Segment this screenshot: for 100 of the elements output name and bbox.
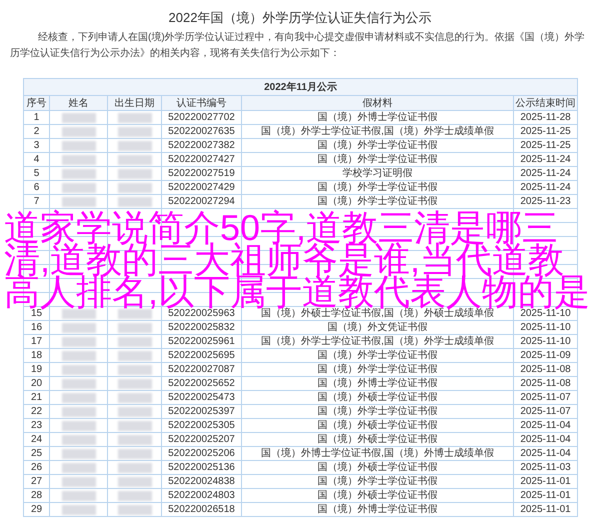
table-cell: 520220024838 bbox=[162, 474, 242, 488]
blurred-text bbox=[118, 112, 152, 122]
table-cell: 5 bbox=[24, 166, 50, 180]
blurred-text bbox=[62, 504, 96, 514]
table-cell: 19 bbox=[24, 362, 50, 376]
table-cell: 23 bbox=[24, 418, 50, 432]
table-cell: 国（境）外硕士学位证书假 bbox=[242, 390, 514, 404]
blurred-text bbox=[62, 364, 96, 374]
table-cell: 18 bbox=[24, 348, 50, 362]
table-cell: 17 bbox=[24, 334, 50, 348]
table-cell: 国（境）外学士学位证书假 bbox=[242, 362, 514, 376]
blurred-text bbox=[118, 392, 152, 402]
blurred-text bbox=[118, 434, 152, 444]
blurred-text bbox=[62, 182, 96, 192]
table-cell: 520220027382 bbox=[162, 138, 242, 152]
blurred-text bbox=[62, 308, 96, 318]
table-cell: 25 bbox=[24, 446, 50, 460]
table-cell: 2025-11-04 bbox=[514, 446, 578, 460]
blurred-text bbox=[62, 350, 96, 360]
table-cell: 520220025136 bbox=[162, 460, 242, 474]
table-cell: 2025-11-04 bbox=[514, 432, 578, 446]
blurred-text bbox=[118, 504, 152, 514]
table-caption: 2022年11月公示 bbox=[24, 78, 578, 96]
table-cell: 2025-11-28 bbox=[514, 110, 578, 124]
table-cell: 国（境）外学士学位证书假 bbox=[242, 138, 514, 152]
table-cell: 20 bbox=[24, 376, 50, 390]
blurred-text bbox=[118, 168, 152, 178]
table-cell: 520220025832 bbox=[162, 320, 242, 334]
table-cell: 国（境）外学士学位证书假 bbox=[242, 404, 514, 418]
table-cell: 520220025397 bbox=[162, 404, 242, 418]
table-cell: 2025-11-07 bbox=[514, 390, 578, 404]
table-cell: 6 bbox=[24, 180, 50, 194]
table-cell: 520220027427 bbox=[162, 152, 242, 166]
table-cell: 国（境）外学士学位证书假 bbox=[242, 152, 514, 166]
table-cell: 520220025207 bbox=[162, 432, 242, 446]
table-cell: 22 bbox=[24, 404, 50, 418]
blurred-text bbox=[62, 406, 96, 416]
table-cell: 520220027519 bbox=[162, 166, 242, 180]
blurred-text bbox=[62, 448, 96, 458]
column-header: 出生日期 bbox=[108, 96, 162, 110]
blurred-text bbox=[118, 154, 152, 164]
blurred-text bbox=[118, 378, 152, 388]
blurred-text bbox=[62, 112, 96, 122]
table-cell: 520220027429 bbox=[162, 180, 242, 194]
table-cell: 2 bbox=[24, 124, 50, 138]
blurred-text bbox=[118, 420, 152, 430]
table-cell: 国（境）外学士学位证书假,国（境）外学士成绩单假 bbox=[242, 334, 514, 348]
table-cell: 2025-11-24 bbox=[514, 152, 578, 166]
table-cell: 24 bbox=[24, 432, 50, 446]
table-cell: 29 bbox=[24, 502, 50, 516]
table-cell: 2025-11-04 bbox=[514, 418, 578, 432]
blurred-text bbox=[62, 140, 96, 150]
table-cell: 16 bbox=[24, 320, 50, 334]
blurred-text bbox=[118, 476, 152, 486]
column-header: 序号 bbox=[24, 96, 50, 110]
table-cell: 2025-11-25 bbox=[514, 124, 578, 138]
column-header: 姓名 bbox=[50, 96, 108, 110]
blurred-text bbox=[62, 434, 96, 444]
blurred-text bbox=[118, 308, 152, 318]
table-cell: 国（境）外硕士学位证书假 bbox=[242, 432, 514, 446]
table-cell: 2025-11-01 bbox=[514, 488, 578, 502]
blurred-text bbox=[62, 154, 96, 164]
blurred-text bbox=[62, 322, 96, 332]
blurred-text bbox=[62, 490, 96, 500]
table-cell: 2025-11-24 bbox=[514, 180, 578, 194]
table-cell: 2025-11-08 bbox=[514, 362, 578, 376]
table-cell: 国（境）外学士学位证书假 bbox=[242, 194, 514, 208]
table-cell: 学校学习证明假 bbox=[242, 166, 514, 180]
table-cell: 2025-11-01 bbox=[514, 502, 578, 516]
table-cell: 国（境）外博士学位证书假 bbox=[242, 110, 514, 124]
table-cell: 520220027635 bbox=[162, 124, 242, 138]
table-cell: 国（境）外硕士学位证书假 bbox=[242, 488, 514, 502]
blurred-text bbox=[118, 126, 152, 136]
table-cell: 2025-11-09 bbox=[514, 348, 578, 362]
blurred-text bbox=[118, 140, 152, 150]
blurred-text bbox=[62, 392, 96, 402]
table-cell: 520220027294 bbox=[162, 194, 242, 208]
blurred-text bbox=[62, 336, 96, 346]
table-cell: 27 bbox=[24, 474, 50, 488]
table-cell: 520220025695 bbox=[162, 348, 242, 362]
table-cell: 2025-11-10 bbox=[514, 320, 578, 334]
blurred-text bbox=[62, 126, 96, 136]
blurred-text bbox=[118, 196, 152, 206]
blurred-text bbox=[62, 196, 96, 206]
blurred-text bbox=[118, 336, 152, 346]
table-cell: 21 bbox=[24, 390, 50, 404]
intro-paragraph: 经核查，下列申请人在国(境)外学历学位认证过程中，有向我中心提交虚假申请材料或不实信息的行为。依据《国（境）外学历学位认证失信行为公示办法》的相关内容，现将有关失信行为公示如下： bbox=[9, 30, 586, 61]
blurred-text bbox=[62, 378, 96, 388]
blurred-text bbox=[118, 448, 152, 458]
table-cell: 2025-11-03 bbox=[514, 460, 578, 474]
table-cell: 4 bbox=[24, 152, 50, 166]
blurred-text bbox=[62, 476, 96, 486]
blurred-text bbox=[118, 490, 152, 500]
table-cell: 国（境）外博士学位证书假,国（境）外博士成绩单假 bbox=[242, 446, 514, 460]
table-cell: 26 bbox=[24, 460, 50, 474]
table-cell: 520220025961 bbox=[162, 334, 242, 348]
table-cell: 国（境）外硕士学位证书假 bbox=[242, 460, 514, 474]
table-cell: 520220027702 bbox=[162, 110, 242, 124]
blurred-text bbox=[118, 322, 152, 332]
blurred-text bbox=[118, 406, 152, 416]
